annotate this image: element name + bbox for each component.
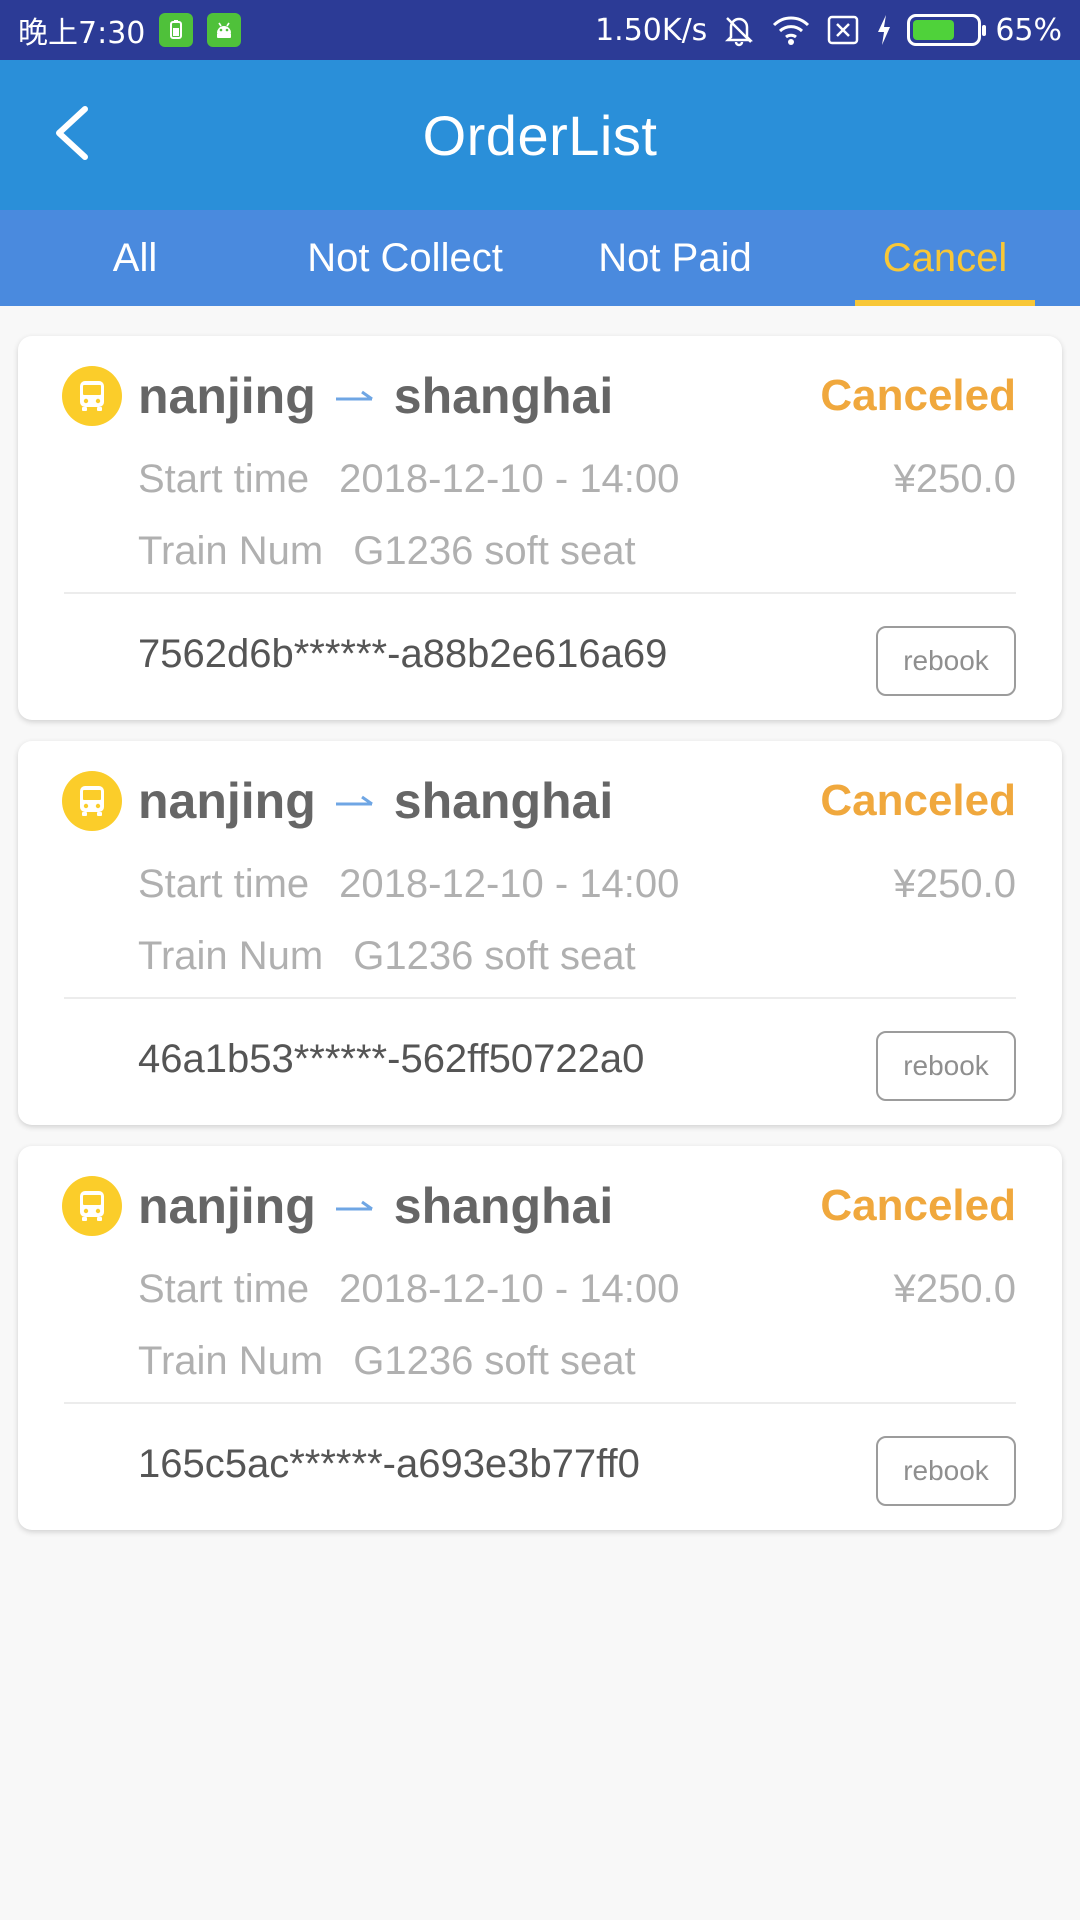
tab-bar: All Not Collect Not Paid Cancel: [0, 210, 1080, 306]
train-label: Train Num: [138, 933, 324, 978]
android-icon: [207, 13, 242, 47]
page-title: OrderList: [422, 103, 658, 167]
start-time-row: Start time 2018-12-10 - 14:00: [138, 859, 679, 909]
train-label: Train Num: [138, 1338, 324, 1383]
start-time-row: Start time 2018-12-10 - 14:00: [138, 1264, 679, 1314]
order-list: nanjing shanghai Canceled Start time 201…: [18, 336, 1062, 1551]
status-bar-right: 1.50K/s 65%: [595, 12, 1062, 48]
sim-no-signal-icon: [825, 13, 861, 47]
battery-percent: 65%: [995, 12, 1062, 48]
charging-icon: [875, 13, 893, 47]
order-card[interactable]: nanjing shanghai Canceled Start time 201…: [18, 741, 1062, 1125]
battery-saver-icon: [159, 13, 194, 47]
route-to: shanghai: [393, 773, 614, 829]
route-from: nanjing: [138, 1178, 316, 1234]
bus-icon: [62, 1176, 122, 1236]
start-time-value: 2018-12-10 - 14:00: [339, 1266, 680, 1311]
divider: [64, 1402, 1016, 1404]
wifi-icon: [771, 13, 811, 47]
train-row: Train Num G1236 soft seat: [138, 1336, 636, 1386]
status-bar-left: 晚上7:30: [18, 8, 242, 52]
bus-icon: [62, 366, 122, 426]
train-label: Train Num: [138, 528, 324, 573]
mute-vibrate-icon: [721, 12, 757, 48]
bus-icon: [62, 771, 122, 831]
order-id: 7562d6b******-a88b2e616a69: [138, 631, 668, 676]
chevron-left-icon: [49, 103, 93, 168]
route-to: shanghai: [393, 1178, 614, 1234]
train-value: G1236 soft seat: [353, 1338, 636, 1383]
battery-icon: [907, 14, 987, 46]
tab-not-paid[interactable]: Not Paid: [540, 210, 810, 306]
order-card[interactable]: nanjing shanghai Canceled Start time 201…: [18, 1146, 1062, 1530]
status-bar: 晚上7:30 1.50K/s 65%: [0, 0, 1080, 60]
tab-not-collect[interactable]: Not Collect: [270, 210, 540, 306]
status-badge: Canceled: [820, 1181, 1016, 1230]
order-card[interactable]: nanjing shanghai Canceled Start time 201…: [18, 336, 1062, 720]
status-badge: Canceled: [820, 776, 1016, 825]
tab-cancel[interactable]: Cancel: [810, 210, 1080, 306]
start-time-label: Start time: [138, 861, 310, 906]
route: nanjing shanghai: [138, 364, 613, 428]
battery-level: [913, 20, 954, 40]
start-time-value: 2018-12-10 - 14:00: [339, 861, 680, 906]
arrow-right-icon: [335, 794, 374, 808]
rebook-button[interactable]: rebook: [876, 1436, 1016, 1506]
route: nanjing shanghai: [138, 1174, 613, 1238]
price: ¥250.0: [893, 456, 1016, 501]
arrow-right-icon: [335, 389, 374, 403]
start-time-value: 2018-12-10 - 14:00: [339, 456, 680, 501]
route-from: nanjing: [138, 368, 316, 424]
status-badge: Canceled: [820, 371, 1016, 420]
arrow-right-icon: [335, 1199, 374, 1213]
train-row: Train Num G1236 soft seat: [138, 931, 636, 981]
rebook-button[interactable]: rebook: [876, 1031, 1016, 1101]
tab-all[interactable]: All: [0, 210, 270, 306]
order-id: 165c5ac******-a693e3b77ff0: [138, 1441, 640, 1486]
start-time-row: Start time 2018-12-10 - 14:00: [138, 454, 679, 504]
start-time-label: Start time: [138, 456, 310, 501]
rebook-button[interactable]: rebook: [876, 626, 1016, 696]
price: ¥250.0: [893, 1266, 1016, 1311]
route-to: shanghai: [393, 368, 614, 424]
order-id: 46a1b53******-562ff50722a0: [138, 1036, 645, 1081]
divider: [64, 592, 1016, 594]
route: nanjing shanghai: [138, 769, 613, 833]
train-value: G1236 soft seat: [353, 933, 636, 978]
train-value: G1236 soft seat: [353, 528, 636, 573]
title-bar: OrderList: [0, 60, 1080, 210]
start-time-label: Start time: [138, 1266, 310, 1311]
train-row: Train Num G1236 soft seat: [138, 526, 636, 576]
divider: [64, 997, 1016, 999]
status-time: 晚上7:30: [18, 16, 146, 51]
back-button[interactable]: [36, 100, 106, 170]
price: ¥250.0: [893, 861, 1016, 906]
network-speed: 1.50K/s: [595, 12, 708, 48]
route-from: nanjing: [138, 773, 316, 829]
